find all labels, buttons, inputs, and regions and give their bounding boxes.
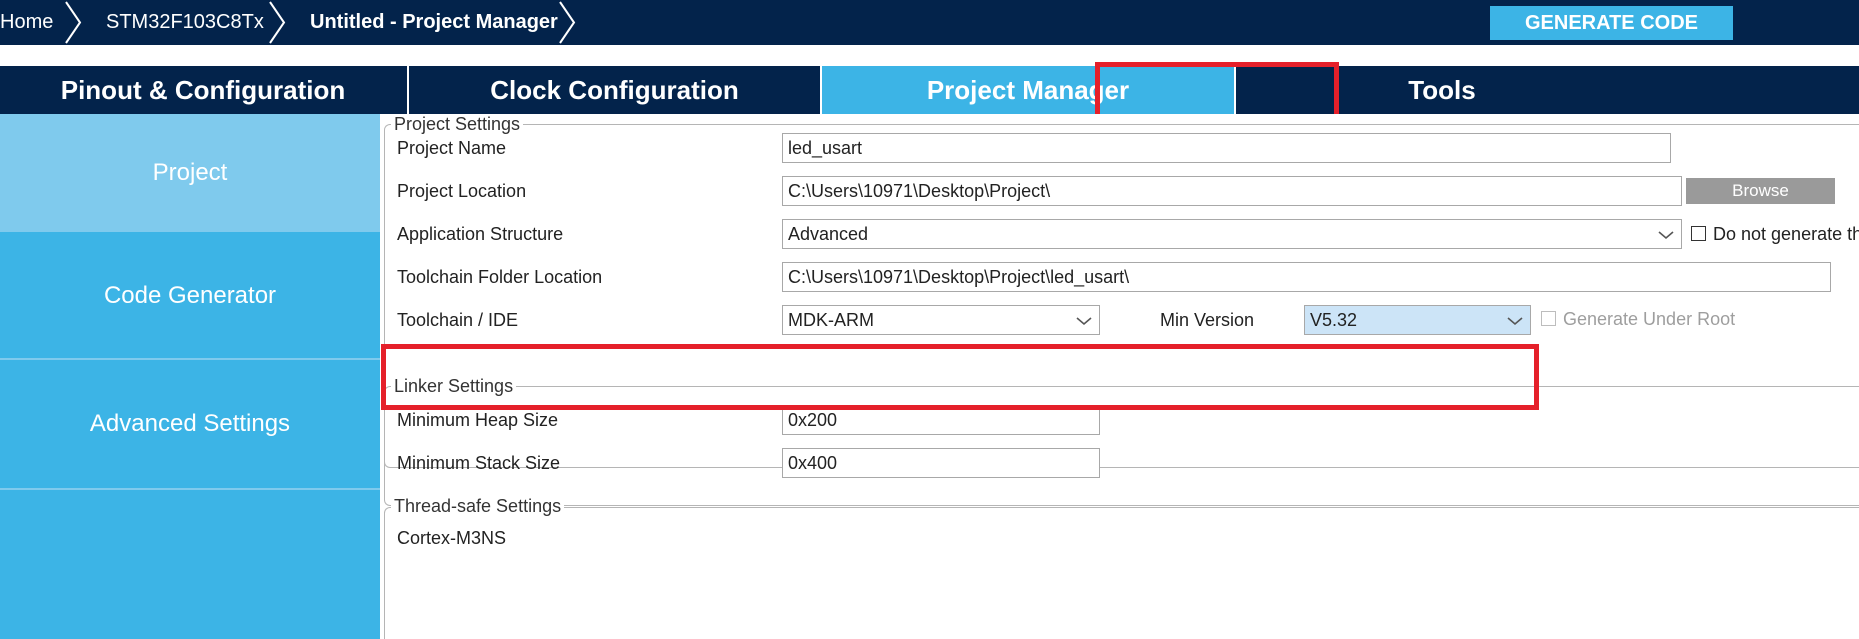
tab-clock-configuration[interactable]: Clock Configuration <box>409 66 820 114</box>
toolchain-ide-label: Toolchain / IDE <box>397 310 519 330</box>
cortex-core-label: Cortex-M3NS <box>397 528 507 548</box>
chevron-down-icon <box>1076 317 1092 326</box>
toolchain-highlight-box <box>381 344 1539 410</box>
toolchain-ide-select[interactable]: MDK-ARM <box>782 305 1100 335</box>
sidebar-item-hidden[interactable] <box>0 490 380 639</box>
breadcrumb-chevron-icon <box>559 1 576 44</box>
project-settings-legend: Project Settings <box>391 114 524 135</box>
application-structure-label: Application Structure <box>397 224 564 244</box>
chevron-down-icon <box>1658 231 1674 240</box>
project-location-field[interactable]: C:\Users\10971\Desktop\Project\ <box>782 176 1682 206</box>
browse-button[interactable]: Browse <box>1686 178 1835 204</box>
tab-pinout-configuration[interactable]: Pinout & Configuration <box>0 66 406 114</box>
tab-highlight-box <box>1095 62 1339 119</box>
min-version-label: Min Version <box>1160 310 1255 330</box>
toolchain-ide-value: MDK-ARM <box>788 310 874 330</box>
sidebar-item-advanced-settings[interactable]: Advanced Settings <box>0 360 380 488</box>
do-not-generate-main-checkbox[interactable] <box>1691 226 1706 241</box>
main-tabs: Pinout & Configuration Clock Configurati… <box>0 66 1859 114</box>
project-location-label: Project Location <box>397 181 527 201</box>
breadcrumb: Home STM32F103C8Tx Untitled - Project Ma… <box>0 0 1859 45</box>
min-version-value: V5.32 <box>1310 310 1358 330</box>
application-structure-select[interactable]: Advanced <box>782 219 1682 249</box>
thread-safe-settings-group <box>384 507 1859 639</box>
sidebar-item-project[interactable]: Project <box>0 114 380 232</box>
do-not-generate-main-label: Do not generate the main() <box>1713 224 1859 244</box>
chevron-down-icon <box>1507 317 1523 326</box>
project-name-label: Project Name <box>397 138 507 158</box>
breadcrumb-current: Untitled - Project Manager <box>310 11 558 33</box>
toolchain-folder-field[interactable]: C:\Users\10971\Desktop\Project\led_usart… <box>782 262 1831 292</box>
toolchain-folder-label: Toolchain Folder Location <box>397 267 603 287</box>
thread-safe-settings-legend: Thread-safe Settings <box>391 496 565 517</box>
project-name-field[interactable]: led_usart <box>782 133 1671 163</box>
min-stack-size-label: Minimum Stack Size <box>397 453 561 473</box>
application-structure-value: Advanced <box>788 224 869 244</box>
min-stack-size-field[interactable]: 0x400 <box>782 448 1100 478</box>
generate-code-button[interactable]: GENERATE CODE <box>1490 6 1733 40</box>
min-heap-size-label: Minimum Heap Size <box>397 410 559 430</box>
generate-under-root-checkbox[interactable] <box>1541 311 1556 326</box>
sidebar-item-code-generator[interactable]: Code Generator <box>0 232 380 359</box>
breadcrumb-home[interactable]: Home <box>0 0 53 45</box>
generate-under-root-label: Generate Under Root <box>1563 309 1736 329</box>
breadcrumb-chevron-icon <box>269 1 286 44</box>
min-version-select[interactable]: V5.32 <box>1304 305 1531 335</box>
breadcrumb-device[interactable]: STM32F103C8Tx <box>106 0 264 45</box>
breadcrumb-chevron-icon <box>65 1 82 44</box>
sidebar: Project Code Generator Advanced Settings <box>0 114 380 639</box>
